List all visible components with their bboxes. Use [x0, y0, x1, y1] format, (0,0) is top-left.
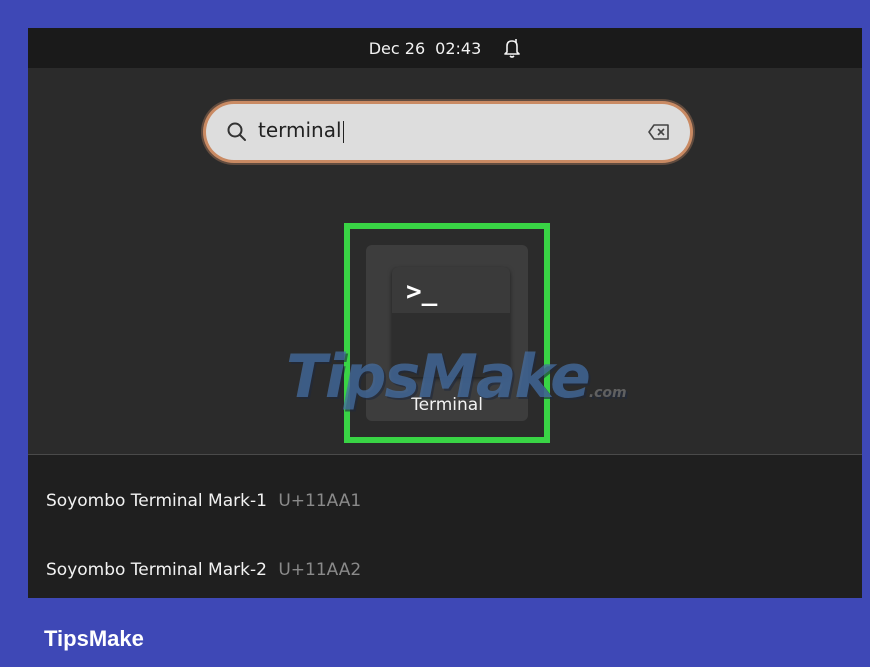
- app-result-highlight[interactable]: >_ Terminal: [344, 223, 550, 443]
- search-input[interactable]: terminal: [258, 118, 344, 143]
- clock-date: Dec 26: [368, 38, 426, 58]
- result-name: Soyombo Terminal Mark-1: [46, 491, 267, 511]
- page-frame: Dec 26 02:43 terminal >_ Terminal TipsMa…: [0, 0, 870, 667]
- watermark-suffix: .com: [588, 385, 627, 401]
- result-code: U+11AA1: [278, 491, 362, 511]
- text-caret: [342, 120, 344, 143]
- clock[interactable]: Dec 26 02:43: [369, 39, 482, 58]
- terminal-icon: >_: [392, 267, 510, 377]
- desktop-screen: Dec 26 02:43 terminal >_ Terminal TipsMa…: [28, 28, 862, 598]
- search-value-text: terminal: [258, 118, 342, 142]
- search-icon: [226, 121, 248, 143]
- character-results: Soyombo Terminal Mark-1 U+11AA1 Soyombo …: [28, 455, 862, 598]
- clock-time: 02:43: [435, 38, 482, 58]
- backspace-clear-icon[interactable]: [648, 123, 670, 141]
- search-entry[interactable]: terminal: [206, 104, 690, 160]
- activities-overview: terminal >_ Terminal TipsMake.com: [28, 68, 862, 454]
- result-code: U+11AA2: [278, 560, 362, 580]
- result-name: Soyombo Terminal Mark-2: [46, 560, 267, 580]
- result-item[interactable]: Soyombo Terminal Mark-2 U+11AA2: [46, 560, 361, 580]
- result-item[interactable]: Soyombo Terminal Mark-1 U+11AA1: [46, 491, 361, 511]
- terminal-prompt-glyph: >_: [406, 277, 438, 307]
- bell-icon[interactable]: [503, 38, 521, 58]
- brand-label: TipsMake: [44, 626, 144, 651]
- app-result-terminal[interactable]: >_ Terminal: [366, 245, 528, 421]
- top-bar: Dec 26 02:43: [28, 28, 862, 68]
- app-result-label: Terminal: [411, 395, 483, 415]
